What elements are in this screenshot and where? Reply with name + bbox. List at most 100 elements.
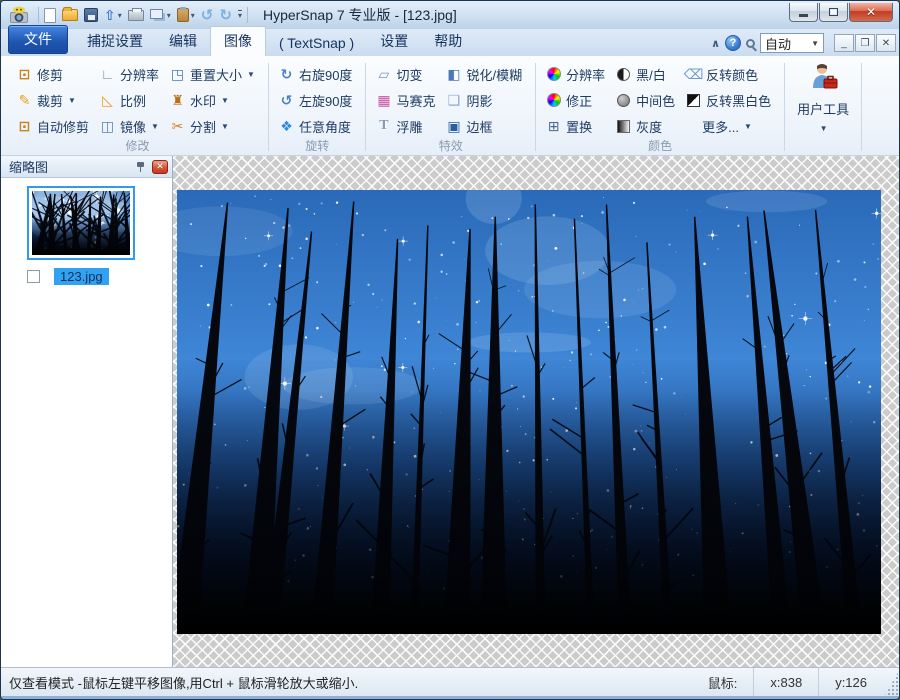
ribbon: 修剪 裁剪▼ 自动修剪 分辨率 比例 镜像▼ 重置大小▼ 水印▼ 分割▼ 修改 … <box>1 56 899 156</box>
midtone-button[interactable]: 中间色 <box>612 87 682 113</box>
rotate-left-button[interactable]: 左旋90度 <box>275 87 359 113</box>
grayscale-icon <box>615 118 632 135</box>
tab-capture-settings[interactable]: 捕捉设置 <box>74 27 156 56</box>
thumbnail-item[interactable] <box>27 186 135 260</box>
print-icon[interactable] <box>128 6 144 24</box>
user-tools-button[interactable]: 用户工具 ▼ <box>787 60 859 155</box>
invert-colors-icon <box>685 66 702 83</box>
group-label-modify: 修改 <box>13 139 262 155</box>
shear-button[interactable]: 切变 <box>372 61 442 87</box>
color-wheel-icon <box>545 66 562 83</box>
free-rotate-button[interactable]: 任意角度 <box>275 113 359 139</box>
resize-grip[interactable] <box>883 668 899 696</box>
pencil-cut-icon <box>16 92 33 109</box>
black-white-button[interactable]: 黑/白 <box>612 61 682 87</box>
replace-button[interactable]: 置换 <box>542 113 612 139</box>
split-scissors-icon <box>169 118 186 135</box>
new-file-icon[interactable] <box>44 6 56 24</box>
border-button[interactable]: 边框 <box>442 113 529 139</box>
scale-button[interactable]: 比例 <box>96 87 166 113</box>
group-label-rotate: 旋转 <box>275 139 359 155</box>
crop-icon <box>16 66 33 83</box>
window-controls: ✕ <box>788 3 893 22</box>
replace-icon <box>545 118 562 135</box>
export-up-icon[interactable]: ⇧▾ <box>104 6 122 24</box>
ribbon-group-color: 分辨率 修正 置换 黑/白 中间色 灰度 反转颜色 反转黑白色 更多...▼ 颜… <box>538 60 782 155</box>
trim-button[interactable]: 修剪 <box>13 61 96 87</box>
window-title: HyperSnap 7 专业版 - [123.jpg] <box>263 5 457 25</box>
doc-restore-button[interactable]: ❐ <box>855 34 875 52</box>
shear-icon <box>375 66 392 83</box>
watermark-button[interactable]: 水印▼ <box>166 87 262 113</box>
tab-file[interactable]: 文件 <box>8 25 68 54</box>
invert-bw-icon <box>685 92 702 109</box>
open-folder-icon[interactable] <box>62 6 78 24</box>
chevron-down-icon: ▼ <box>803 39 819 48</box>
title-bar: ⇧▾ ▾ ▾ ↺ ↻ ▾ HyperSnap 7 专业版 - [123.jpg]… <box>1 1 899 29</box>
tab-help[interactable]: 帮助 <box>421 27 475 56</box>
panel-close-icon[interactable]: ✕ <box>152 160 168 174</box>
ruler-resolution-icon <box>99 66 116 83</box>
shadow-button[interactable]: 阴影 <box>442 87 529 113</box>
help-icon[interactable]: ? <box>725 35 741 51</box>
split-button[interactable]: 分割▼ <box>166 113 262 139</box>
mouse-y-value: y:126 <box>818 668 883 696</box>
canvas-area[interactable] <box>173 156 899 667</box>
dropdown-arrow-icon: ▼ <box>820 124 828 133</box>
black-white-icon <box>615 66 632 83</box>
thumbnail-checkbox[interactable] <box>27 270 40 283</box>
redo-icon[interactable]: ↻ <box>219 6 232 24</box>
invert-colors-button[interactable]: 反转颜色 <box>682 61 778 87</box>
doc-close-button[interactable]: ✕ <box>876 34 896 52</box>
cut-button[interactable]: 裁剪▼ <box>13 87 96 113</box>
minimize-button[interactable] <box>789 3 818 22</box>
more-colors-button[interactable]: 更多...▼ <box>682 113 778 139</box>
grayscale-button[interactable]: 灰度 <box>612 113 682 139</box>
user-toolbox-icon <box>808 62 838 92</box>
collapse-ribbon-icon[interactable]: ∧ <box>711 37 720 50</box>
ribbon-group-effects: 切变 马赛克 浮雕 锐化/模糊 阴影 边框 特效 <box>368 60 533 155</box>
group-label-color: 颜色 <box>542 139 778 155</box>
auto-trim-button[interactable]: 自动修剪 <box>13 113 96 139</box>
thumbnail-filename[interactable]: 123.jpg <box>54 268 109 285</box>
divider <box>247 7 248 23</box>
color-correct-button[interactable]: 修正 <box>542 87 612 113</box>
dropdown-arrow-icon: ▼ <box>68 96 76 105</box>
zoom-mode-value: 自动 <box>765 34 791 53</box>
mosaic-button[interactable]: 马赛克 <box>372 87 442 113</box>
photo-starry-trees[interactable] <box>177 190 881 634</box>
mirror-button[interactable]: 镜像▼ <box>96 113 166 139</box>
border-icon <box>445 118 462 135</box>
color-resolution-button[interactable]: 分辨率 <box>542 61 612 87</box>
zoom-mode-select[interactable]: 自动 ▼ <box>760 33 824 53</box>
close-button[interactable]: ✕ <box>849 3 893 22</box>
invert-bw-button[interactable]: 反转黑白色 <box>682 87 778 113</box>
sharpen-blur-button[interactable]: 锐化/模糊 <box>442 61 529 87</box>
save-icon[interactable] <box>84 6 98 24</box>
thumbnail-panel-title: 缩略图 <box>9 157 48 176</box>
resolution-button[interactable]: 分辨率 <box>96 61 166 87</box>
emboss-button[interactable]: 浮雕 <box>372 113 442 139</box>
ribbon-tab-bar: 文件 捕捉设置 编辑 图像 ( TextSnap ) 设置 帮助 ∧ ? 自动 … <box>1 29 899 56</box>
rotate-right-button[interactable]: 右旋90度 <box>275 61 359 87</box>
scale-ruler-icon <box>99 92 116 109</box>
tab-settings[interactable]: 设置 <box>367 27 421 56</box>
mosaic-icon <box>375 92 392 109</box>
resize-button[interactable]: 重置大小▼ <box>166 61 262 87</box>
group-separator <box>535 63 536 151</box>
clipboard-paste-icon[interactable]: ▾ <box>177 6 195 24</box>
tab-image[interactable]: 图像 <box>210 26 266 56</box>
content-area: 缩略图 ✕ 123.jpg <box>1 156 899 667</box>
tab-edit[interactable]: 编辑 <box>156 27 210 56</box>
search-icon[interactable] <box>746 39 755 48</box>
app-icon[interactable] <box>9 6 29 24</box>
tab-textsnap[interactable]: ( TextSnap ) <box>266 31 367 56</box>
doc-minimize-button[interactable]: _ <box>834 34 854 52</box>
qat-customize-icon[interactable]: ▾ <box>238 6 242 24</box>
quick-access-toolbar: ⇧▾ ▾ ▾ ↺ ↻ ▾ <box>44 6 242 24</box>
window-copy-icon[interactable]: ▾ <box>150 6 171 24</box>
mouse-label: 鼠标: <box>692 668 754 696</box>
undo-icon[interactable]: ↺ <box>201 6 214 24</box>
pin-icon[interactable] <box>135 161 146 173</box>
restore-button[interactable] <box>819 3 848 22</box>
